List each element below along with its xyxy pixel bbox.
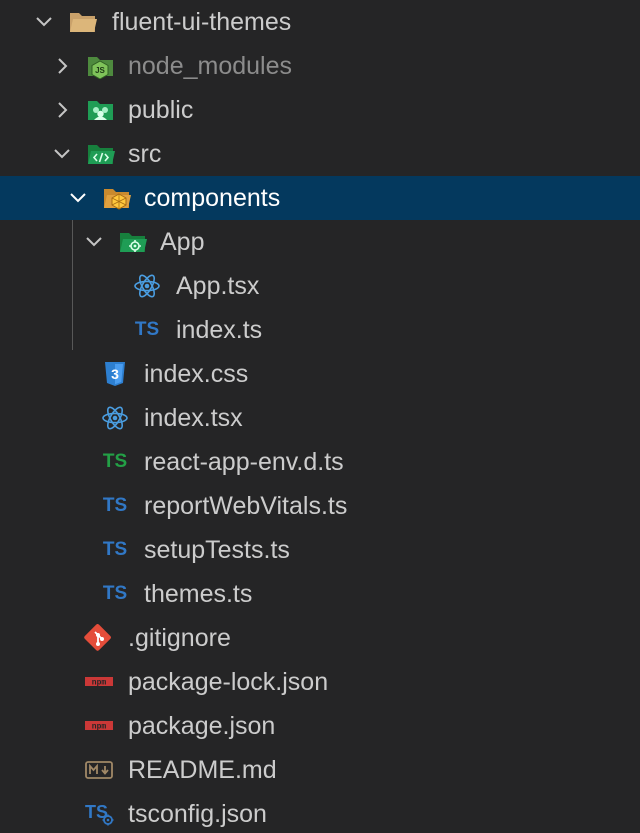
tree-row-tsconfig[interactable]: TS tsconfig.json: [0, 792, 640, 833]
app-folder-open-icon: [118, 228, 148, 256]
folder-open-icon: [68, 8, 98, 36]
components-folder-open-icon: [102, 184, 132, 212]
chevron-down-icon[interactable]: [84, 232, 104, 252]
react-icon: [100, 404, 130, 432]
tree-item-label: README.md: [128, 756, 277, 784]
svg-text:3: 3: [111, 366, 119, 382]
tree-item-label: react-app-env.d.ts: [144, 448, 344, 476]
tree-item-label: index.css: [144, 360, 249, 388]
typescript-icon: TS: [102, 583, 128, 604]
tree-row-app-folder[interactable]: App: [0, 220, 640, 264]
tree-row-react-app-env[interactable]: TS react-app-env.d.ts: [0, 440, 640, 484]
chevron-down-icon[interactable]: [52, 144, 72, 164]
tree-item-label: package.json: [128, 712, 276, 740]
tree-row-package-json[interactable]: npm package.json: [0, 704, 640, 748]
react-icon: [132, 272, 162, 300]
tree-row-gitignore[interactable]: .gitignore: [0, 616, 640, 660]
src-folder-open-icon: [86, 140, 116, 168]
tree-item-label: .gitignore: [128, 624, 231, 652]
tree-item-label: fluent-ui-themes: [112, 8, 292, 36]
git-icon: [84, 624, 114, 652]
tree-item-label: src: [128, 140, 162, 168]
tree-row-report-web-vitals[interactable]: TS reportWebVitals.ts: [0, 484, 640, 528]
svg-text:npm: npm: [92, 723, 107, 732]
public-folder-icon: [86, 96, 116, 124]
markdown-icon: [84, 756, 114, 784]
chevron-down-icon[interactable]: [34, 12, 54, 32]
chevron-right-icon[interactable]: [52, 100, 72, 120]
npm-icon: npm: [84, 668, 114, 696]
node-folder-icon: JS: [86, 52, 116, 80]
svg-text:npm: npm: [92, 679, 107, 688]
tree-row-readme[interactable]: README.md: [0, 748, 640, 792]
tree-item-label: index.tsx: [144, 404, 243, 432]
typescript-icon: TS: [134, 319, 160, 340]
tree-row-node-modules[interactable]: JS node_modules: [0, 44, 640, 88]
tree-item-label: setupTests.ts: [144, 536, 290, 564]
tree-item-label: node_modules: [128, 52, 293, 80]
tree-row-index-css[interactable]: 3 index.css: [0, 352, 640, 396]
tree-item-label: public: [128, 96, 194, 124]
tree-item-label: reportWebVitals.ts: [144, 492, 348, 520]
tree-row-app-index-ts[interactable]: TS index.ts: [0, 308, 640, 352]
tree-item-label: App.tsx: [176, 272, 260, 300]
typescript-icon: TS: [102, 495, 128, 516]
file-explorer-tree: fluent-ui-themes JS node_modules public …: [0, 0, 640, 833]
tree-row-setup-tests[interactable]: TS setupTests.ts: [0, 528, 640, 572]
tree-row-fluent-ui-themes[interactable]: fluent-ui-themes: [0, 0, 640, 44]
tree-row-src[interactable]: src: [0, 132, 640, 176]
tsconfig-icon: TS: [84, 800, 114, 828]
tree-item-label: tsconfig.json: [128, 800, 267, 828]
css3-icon: 3: [100, 360, 130, 388]
tree-item-label: index.ts: [176, 316, 263, 344]
tree-item-label: components: [144, 184, 281, 212]
npm-icon: npm: [84, 712, 114, 740]
chevron-down-icon[interactable]: [68, 188, 88, 208]
tree-item-label: themes.ts: [144, 580, 253, 608]
tree-item-label: App: [160, 228, 205, 256]
tree-row-public[interactable]: public: [0, 88, 640, 132]
svg-text:JS: JS: [95, 66, 105, 75]
tree-row-themes-ts[interactable]: TS themes.ts: [0, 572, 640, 616]
tree-item-label: package-lock.json: [128, 668, 329, 696]
typescript-def-icon: TS: [102, 451, 128, 472]
typescript-icon: TS: [102, 539, 128, 560]
tree-row-package-lock[interactable]: npm package-lock.json: [0, 660, 640, 704]
tree-row-components[interactable]: components: [0, 176, 640, 220]
chevron-right-icon[interactable]: [52, 56, 72, 76]
tree-row-app-tsx[interactable]: App.tsx: [0, 264, 640, 308]
tree-row-index-tsx[interactable]: index.tsx: [0, 396, 640, 440]
